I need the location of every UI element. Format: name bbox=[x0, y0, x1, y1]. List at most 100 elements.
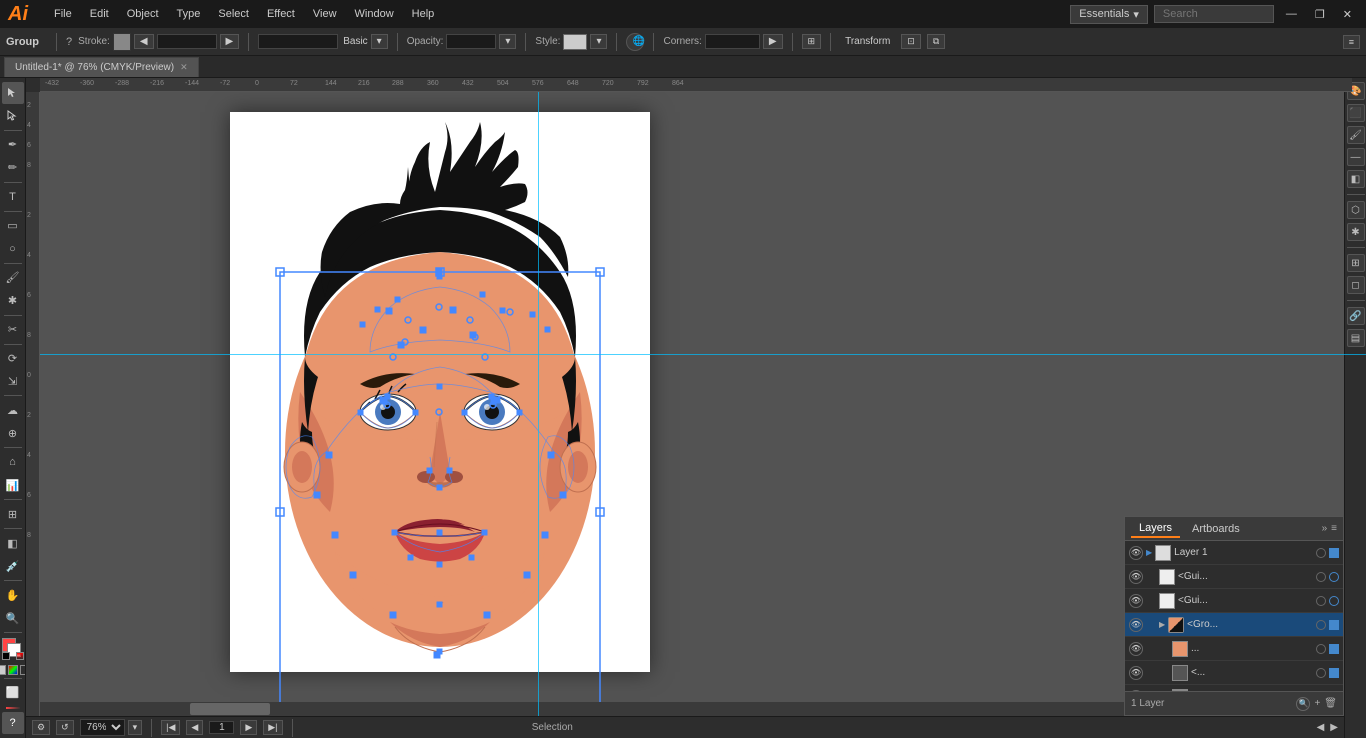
layer-target-icon[interactable] bbox=[1316, 548, 1326, 558]
layers-icon[interactable]: ▤ bbox=[1347, 329, 1365, 347]
scale-tool[interactable]: ⇲ bbox=[2, 370, 24, 392]
default-colors-icon[interactable] bbox=[2, 652, 10, 660]
layer-visibility-icon[interactable]: 👁 bbox=[1129, 594, 1143, 608]
eyedropper-tool[interactable]: 💉 bbox=[2, 555, 24, 577]
links-icon[interactable]: 🔗 bbox=[1347, 307, 1365, 325]
layer-row[interactable]: 👁 ▶ Layer 1 bbox=[1125, 541, 1343, 565]
brush-arrow[interactable]: ▾ bbox=[371, 34, 388, 49]
style-arrow[interactable]: ▾ bbox=[590, 34, 607, 49]
layer-target-icon[interactable] bbox=[1316, 572, 1326, 582]
warp-tool[interactable]: ☁ bbox=[2, 399, 24, 421]
layers-tab[interactable]: Layers bbox=[1131, 520, 1180, 538]
transform-btn[interactable]: Transform bbox=[840, 35, 895, 48]
menu-edit[interactable]: Edit bbox=[82, 6, 117, 22]
prev-page-btn[interactable]: ◀ bbox=[186, 720, 203, 735]
zoom-select[interactable]: 76% 100% 150% 200% bbox=[80, 719, 125, 736]
symbol-panel-icon[interactable]: ✱ bbox=[1347, 223, 1365, 241]
rotate-tool[interactable]: ⟳ bbox=[2, 348, 24, 370]
layer-row[interactable]: 👁 ... bbox=[1125, 637, 1343, 661]
selection-tool[interactable] bbox=[2, 82, 24, 104]
question-tool[interactable]: ? bbox=[2, 712, 24, 734]
rect-tool[interactable]: ▭ bbox=[2, 215, 24, 237]
swap-colors-icon[interactable] bbox=[16, 652, 24, 660]
style-btn[interactable] bbox=[563, 34, 587, 50]
hscroll-thumb[interactable] bbox=[190, 703, 270, 715]
menu-view[interactable]: View bbox=[305, 6, 345, 22]
zoom-down-btn[interactable]: ▾ bbox=[128, 720, 143, 735]
menu-type[interactable]: Type bbox=[169, 6, 209, 22]
align-panel-icon[interactable]: ⊞ bbox=[1347, 254, 1365, 272]
layer-target-icon[interactable] bbox=[1316, 668, 1326, 678]
layer-visibility-icon[interactable]: 👁 bbox=[1129, 642, 1143, 656]
close-button[interactable]: ✕ bbox=[1337, 6, 1358, 23]
layer-row[interactable]: 👁 <... bbox=[1125, 661, 1343, 685]
layer-visibility-icon[interactable]: 👁 bbox=[1129, 666, 1143, 680]
pathfinder-icon[interactable]: ◻ bbox=[1347, 276, 1365, 294]
opacity-arrow[interactable]: ▾ bbox=[499, 34, 516, 49]
status-arrow-left[interactable]: ◀ bbox=[1317, 722, 1325, 733]
status-settings-btn[interactable]: ⚙ bbox=[32, 720, 50, 735]
layers-add-icon[interactable]: + bbox=[1314, 698, 1320, 709]
layers-menu-icon[interactable]: ≡ bbox=[1331, 523, 1337, 534]
layer-expand-triangle[interactable]: ▶ bbox=[1159, 620, 1165, 629]
corners-input[interactable] bbox=[705, 34, 760, 49]
first-page-btn[interactable]: |◀ bbox=[161, 720, 180, 735]
ellipse-tool[interactable]: ○ bbox=[2, 238, 24, 260]
arrange-btn[interactable]: ≡ bbox=[1343, 35, 1360, 49]
symbol-tool[interactable]: ⌂ bbox=[2, 451, 24, 473]
essentials-button[interactable]: Essentials ▾ bbox=[1070, 5, 1148, 24]
appearance-icon[interactable]: ⬡ bbox=[1347, 201, 1365, 219]
layer-row[interactable]: 👁 ▶ <Gro... bbox=[1125, 613, 1343, 637]
stroke-arrow-right[interactable]: ▶ bbox=[220, 34, 240, 49]
menu-help[interactable]: Help bbox=[404, 6, 443, 22]
type-tool[interactable]: T bbox=[2, 186, 24, 208]
hand-tool[interactable]: ✋ bbox=[2, 584, 24, 606]
next-page-btn[interactable]: ▶ bbox=[240, 720, 257, 735]
gradient-btn[interactable] bbox=[8, 665, 18, 675]
layers-delete-icon[interactable]: 🗑 bbox=[1324, 698, 1337, 709]
layer-target-icon[interactable] bbox=[1316, 644, 1326, 654]
gradient-panel-icon[interactable]: ◧ bbox=[1347, 170, 1365, 188]
scissors-tool[interactable]: ✂ bbox=[2, 319, 24, 341]
layer-row[interactable]: 👁 <Gui... bbox=[1125, 565, 1343, 589]
layer-row[interactable]: 👁 <Gui... bbox=[1125, 589, 1343, 613]
layer-selected-indicator[interactable] bbox=[1329, 620, 1339, 630]
mesh-tool[interactable]: ⊞ bbox=[2, 503, 24, 525]
layer-target-icon[interactable] bbox=[1316, 596, 1326, 606]
layer-indicator[interactable] bbox=[1329, 596, 1339, 606]
transform2-btn[interactable]: ⊡ bbox=[901, 34, 921, 49]
globe-btn[interactable]: 🌐 bbox=[626, 33, 644, 51]
artboard-tool[interactable]: ⬜ bbox=[2, 682, 24, 704]
corners-arrow[interactable]: ▶ bbox=[763, 34, 783, 49]
layers-search-icon[interactable]: 🔍 bbox=[1296, 697, 1310, 711]
restore-button[interactable]: ❐ bbox=[1309, 6, 1331, 23]
graph-tool[interactable]: 📊 bbox=[2, 474, 24, 496]
status-rotate-btn[interactable]: ↺ bbox=[56, 720, 74, 735]
menu-select[interactable]: Select bbox=[210, 6, 257, 22]
menu-file[interactable]: File bbox=[46, 6, 80, 22]
pen-tool[interactable]: ✒ bbox=[2, 134, 24, 156]
layer-visibility-icon[interactable]: 👁 bbox=[1129, 618, 1143, 632]
layer-target-icon[interactable] bbox=[1316, 620, 1326, 630]
search-input[interactable] bbox=[1154, 5, 1274, 23]
stroke-input[interactable] bbox=[157, 34, 217, 49]
artboards-tab[interactable]: Artboards bbox=[1184, 521, 1248, 537]
document-tab[interactable]: Untitled-1* @ 76% (CMYK/Preview) ✕ bbox=[4, 57, 199, 77]
minimize-button[interactable]: — bbox=[1280, 6, 1303, 22]
layer-visibility-icon[interactable]: 👁 bbox=[1129, 570, 1143, 584]
zoom-tool[interactable]: 🔍 bbox=[2, 607, 24, 629]
layers-expand-icon[interactable]: » bbox=[1322, 523, 1328, 534]
stroke-color-btn[interactable] bbox=[113, 33, 131, 51]
fill-stroke-colors[interactable] bbox=[2, 638, 24, 660]
brush-panel-icon[interactable]: 🖌 bbox=[1347, 126, 1365, 144]
help-icon[interactable]: ? bbox=[66, 36, 72, 48]
stroke-arrow-left[interactable]: ◀ bbox=[134, 34, 154, 49]
align-btn[interactable]: ⊞ bbox=[802, 34, 822, 49]
layer-visibility-icon[interactable]: 👁 bbox=[1129, 546, 1143, 560]
menu-object[interactable]: Object bbox=[119, 6, 167, 22]
layer-lock-icon[interactable] bbox=[1329, 548, 1339, 558]
stroke-panel-icon[interactable]: — bbox=[1347, 148, 1365, 166]
pencil-tool[interactable]: ✏ bbox=[2, 157, 24, 179]
opacity-input[interactable]: 100% bbox=[446, 34, 496, 49]
menu-effect[interactable]: Effect bbox=[259, 6, 303, 22]
